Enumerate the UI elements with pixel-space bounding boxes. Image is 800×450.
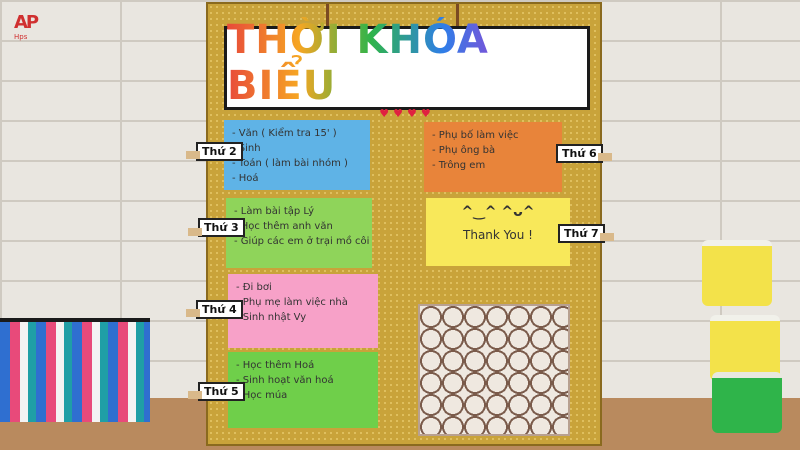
clothespin [188,228,202,236]
day-tag-thursday: Thứ 5 [198,382,245,401]
card-line: - Trông em [432,160,486,171]
playdoh-cup [702,240,772,306]
card-line: - Học thêm anh văn [234,221,333,232]
day-tag-saturday: Thứ 7 [558,224,605,243]
day-tag-friday: Thứ 6 [556,144,603,163]
clothespin [188,391,202,399]
pencil-basket [0,318,150,422]
day-card-tuesday: - Làm bài tập Lý - Học thêm anh văn - Gi… [226,198,372,268]
day-card-friday: - Phụ bố làm việc - Phụ ông bà - Trông e… [424,122,562,192]
day-card-monday: - Văn ( Kiểm tra 15' ) - Sinh - Toán ( l… [224,120,370,190]
watermark-logo: AP Hps [14,12,58,48]
playdoh-cup [712,372,782,433]
smiley-faces: ^‿^ ^ᴗ^ [461,204,535,220]
watermark-mark: AP [14,12,39,33]
watermark-sub: Hps [14,33,28,41]
schedule-board: THỜI KHÓA BIỂU ♥♥♥♥ - Văn ( Kiểm tra 15'… [206,2,602,446]
card-line: - Văn ( Kiểm tra 15' ) [232,128,337,139]
card-line: - Sinh [232,143,261,154]
clothespin [186,151,200,159]
day-tag-tuesday: Thứ 3 [198,218,245,237]
card-line: - Học thêm Hoá [236,360,315,371]
day-card-wednesday: - Đi bơi - Phụ mẹ làm việc nhà - Sinh nh… [228,274,378,348]
card-line: - Sinh nhật Vy [236,312,307,323]
card-line: - Phụ mẹ làm việc nhà [236,297,348,308]
card-line: - Làm bài tập Lý [234,206,314,217]
thank-you-text: Thank You ! [463,228,533,242]
card-line: - Phụ ông bà [432,145,496,156]
clothespin [598,153,612,161]
card-line: - Toán ( làm bài nhóm ) [232,158,348,169]
card-line: - Phụ bố làm việc [432,130,519,141]
card-line: - Sinh hoạt văn hoá [236,375,334,386]
card-line: - Học múa [236,390,288,401]
card-line: - Đi bơi [236,282,272,293]
day-card-thursday: - Học thêm Hoá - Sinh hoạt văn hoá - Học… [228,352,378,428]
day-card-saturday: ^‿^ ^ᴗ^ Thank You ! [426,198,570,266]
card-line: - Hoá [232,173,259,184]
clothespin [600,233,614,241]
clothespin [186,309,200,317]
day-tag-wednesday: Thứ 4 [196,300,243,319]
title-banner: THỜI KHÓA BIỂU ♥♥♥♥ [224,17,590,120]
day-tag-monday: Thứ 2 [196,142,243,161]
patterned-gift-box [418,304,570,436]
board-title: THỜI KHÓA BIỂU [227,17,587,109]
card-line: - Giúp các em ở trại mồ côi [234,236,370,247]
hearts-decoration: ♥♥♥♥ [379,106,435,120]
